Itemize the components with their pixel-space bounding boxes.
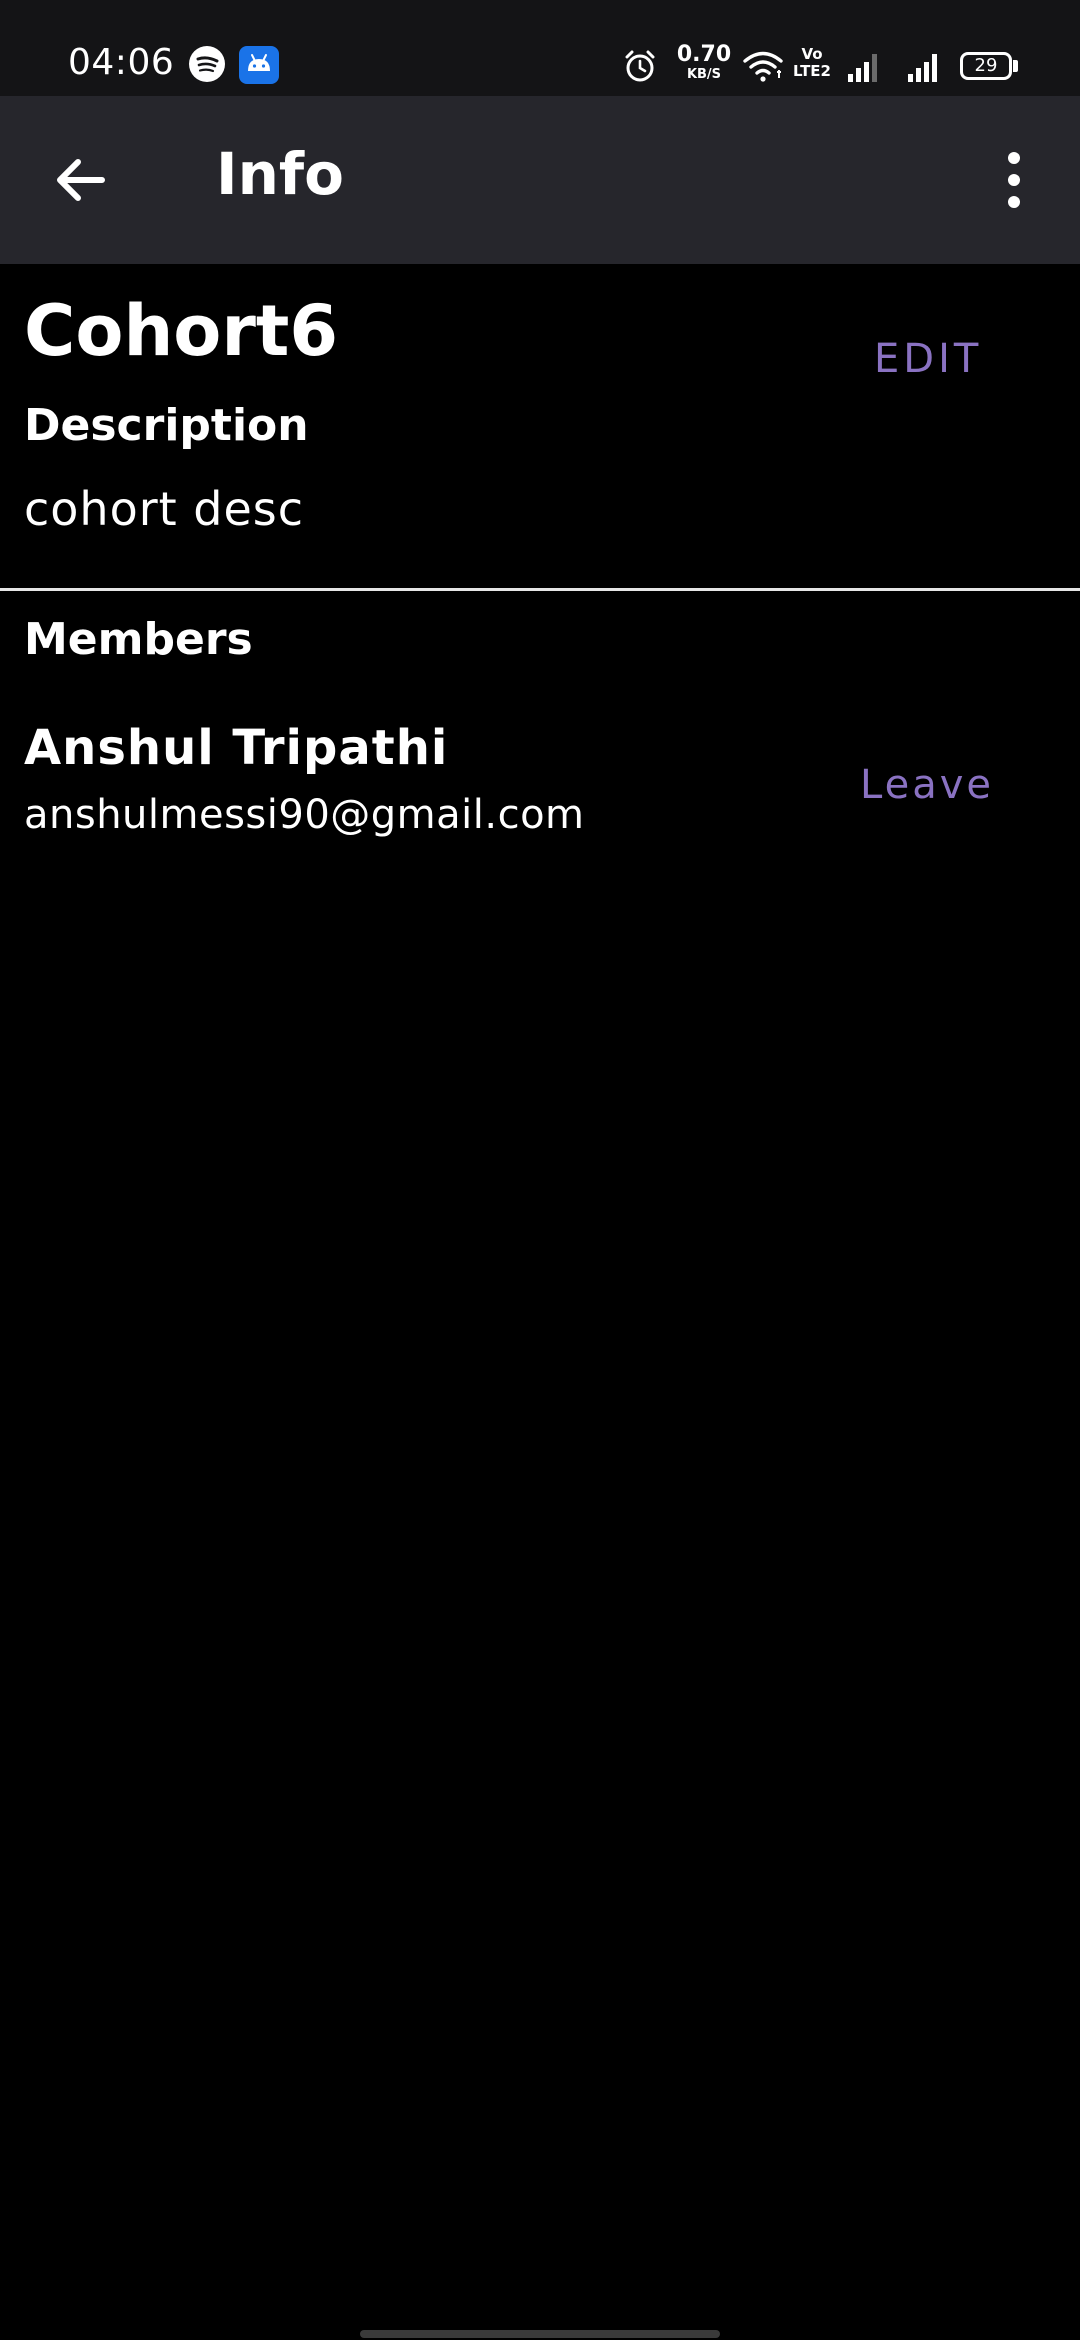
leave-button[interactable]: Leave bbox=[860, 762, 994, 808]
status-icons: 0.70 KB/S Vo LTE2 29 bbox=[600, 0, 1080, 96]
battery-tip bbox=[1013, 60, 1018, 72]
back-button[interactable] bbox=[40, 140, 120, 220]
net-speed: 0.70 KB/S bbox=[676, 42, 732, 82]
arrow-back-icon bbox=[40, 159, 120, 224]
members-label: Members bbox=[24, 614, 253, 665]
more-options-button[interactable] bbox=[996, 140, 1032, 220]
volte-indicator: Vo LTE2 bbox=[793, 45, 831, 80]
member-email: anshulmessi90@gmail.com bbox=[24, 792, 585, 838]
wifi-icon bbox=[742, 48, 784, 88]
cohort-name: Cohort6 bbox=[24, 290, 339, 372]
info-screen: 04:06 0.70 KB/S Vo LTE2 29 Info Cohort6 … bbox=[0, 0, 1080, 2340]
edit-button[interactable]: EDIT bbox=[874, 336, 982, 382]
description-label: Description bbox=[24, 400, 309, 451]
android-icon bbox=[239, 46, 279, 84]
page-title: Info bbox=[216, 140, 344, 208]
divider bbox=[0, 588, 1080, 591]
more-vert-icon bbox=[996, 152, 1032, 224]
signal-icon bbox=[906, 50, 942, 88]
battery-indicator: 29 bbox=[960, 52, 1012, 80]
alarm-icon bbox=[622, 48, 658, 88]
status-time: 04:06 bbox=[68, 42, 175, 83]
signal-icon bbox=[846, 50, 882, 88]
app-bar: Info bbox=[0, 96, 1080, 264]
spotify-icon bbox=[189, 46, 225, 82]
member-list-item: Anshul Tripathi anshulmessi90@gmail.com … bbox=[0, 700, 1080, 860]
description-text: cohort desc bbox=[24, 482, 305, 536]
status-bar: 04:06 0.70 KB/S Vo LTE2 29 bbox=[0, 0, 1080, 96]
member-name: Anshul Tripathi bbox=[24, 720, 449, 776]
home-indicator[interactable] bbox=[360, 2330, 720, 2338]
